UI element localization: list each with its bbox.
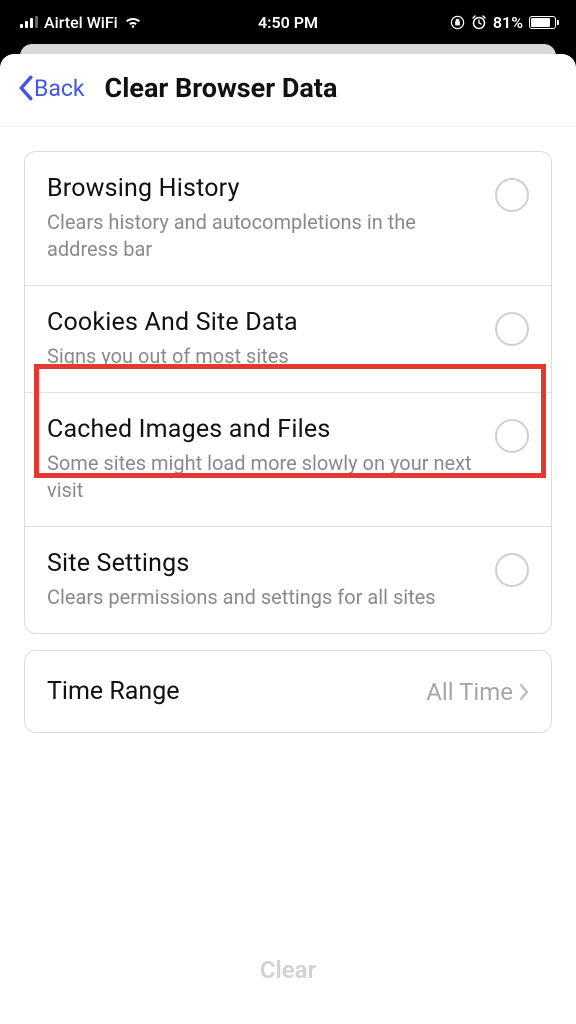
alarm-icon <box>471 14 487 30</box>
time-range-label: Time Range <box>47 677 179 706</box>
option-title: Browsing History <box>47 174 479 203</box>
modal-sheet: Back Clear Browser Data Browsing History… <box>0 54 576 1024</box>
time-range-row[interactable]: Time Range All Time <box>25 651 551 732</box>
option-desc: Signs you out of most sites <box>47 343 479 370</box>
status-bar: Airtel WiFi 4:50 PM 81% <box>0 0 576 44</box>
back-label: Back <box>34 75 85 102</box>
cellular-signal-icon <box>20 16 38 28</box>
radio-unchecked-icon[interactable] <box>495 312 529 346</box>
wifi-icon <box>124 15 142 29</box>
option-desc: Some sites might load more slowly on you… <box>47 450 479 504</box>
back-button[interactable]: Back <box>18 75 85 102</box>
status-left: Airtel WiFi <box>20 13 142 32</box>
nav-header: Back Clear Browser Data <box>0 54 576 127</box>
battery-icon <box>529 16 556 29</box>
radio-unchecked-icon[interactable] <box>495 419 529 453</box>
radio-unchecked-icon[interactable] <box>495 553 529 587</box>
radio-unchecked-icon[interactable] <box>495 178 529 212</box>
time-range-card: Time Range All Time <box>24 650 552 733</box>
status-time: 4:50 PM <box>258 13 318 32</box>
option-desc: Clears permissions and settings for all … <box>47 584 479 611</box>
option-title: Site Settings <box>47 549 479 578</box>
chevron-right-icon <box>519 683 529 701</box>
battery-percent: 81% <box>493 13 523 32</box>
option-site-settings[interactable]: Site Settings Clears permissions and set… <box>25 527 551 633</box>
page-title: Clear Browser Data <box>105 72 338 104</box>
option-browsing-history[interactable]: Browsing History Clears history and auto… <box>25 152 551 286</box>
option-title: Cookies And Site Data <box>47 308 479 337</box>
content: Browsing History Clears history and auto… <box>0 127 576 757</box>
option-cookies-site-data[interactable]: Cookies And Site Data Signs you out of m… <box>25 286 551 393</box>
clear-label: Clear <box>260 956 316 984</box>
option-desc: Clears history and autocompletions in th… <box>47 209 479 263</box>
clear-button[interactable]: Clear <box>0 956 576 984</box>
status-right: 81% <box>450 13 556 32</box>
option-title: Cached Images and Files <box>47 415 479 444</box>
chevron-left-icon <box>18 75 34 101</box>
carrier-label: Airtel WiFi <box>44 13 118 32</box>
option-cached-images-files[interactable]: Cached Images and Files Some sites might… <box>25 393 551 527</box>
time-range-value: All Time <box>426 678 513 706</box>
options-card: Browsing History Clears history and auto… <box>24 151 552 634</box>
orientation-lock-icon <box>450 15 465 30</box>
